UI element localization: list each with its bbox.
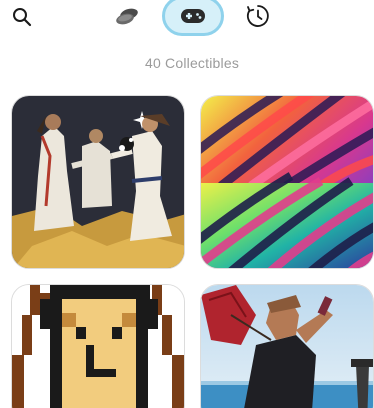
collectible-card-waves[interactable] (200, 95, 374, 269)
games-tab[interactable] (162, 0, 224, 36)
search-button[interactable] (8, 3, 36, 31)
gamepad-icon (181, 9, 205, 23)
history-tab[interactable] (242, 2, 274, 30)
top-toolbar (0, 0, 374, 36)
collectible-card-pixel[interactable] (11, 284, 185, 408)
coins-tab[interactable] (112, 2, 142, 30)
dancers-artwork (12, 96, 184, 268)
pixel-character-artwork (12, 285, 184, 408)
collectible-card-umbrella[interactable] (200, 284, 374, 408)
coins-icon (116, 8, 138, 25)
search-icon (13, 8, 32, 27)
man-with-umbrella-artwork (201, 285, 373, 408)
collectible-card-dancers[interactable] (11, 95, 185, 269)
psychedelic-waves-artwork (201, 96, 373, 268)
collectibles-count: 40 Collectibles (144, 55, 240, 71)
clock-history-icon (246, 5, 269, 27)
